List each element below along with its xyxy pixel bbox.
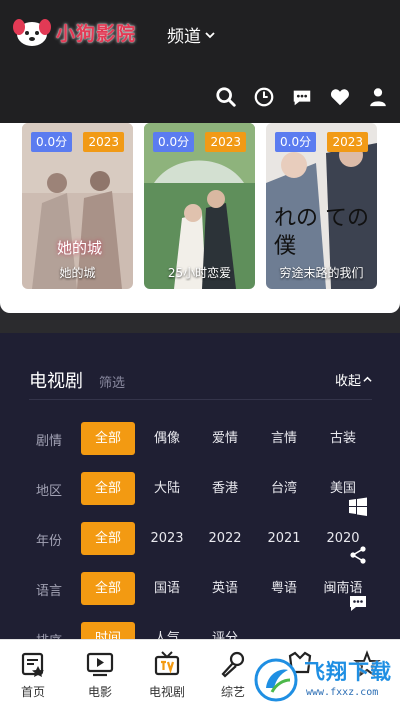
filter-row-label: 排序 xyxy=(36,630,62,639)
filter-row-language: 语言 全部 国语 英语 粤语 闽南语 xyxy=(0,572,400,606)
windows-icon[interactable] xyxy=(345,494,371,520)
poster-item[interactable]: 0.0分 2023 她的城 她的城 xyxy=(22,123,133,289)
poster-title: 25小时恋爱 xyxy=(167,266,232,280)
filter-chip[interactable]: 言情 xyxy=(257,422,311,455)
poster-overlay-title: 她的城 xyxy=(57,239,103,257)
filter-header: 电视剧 筛选 收起 xyxy=(29,367,372,392)
share-icon[interactable] xyxy=(345,542,371,568)
score-badge: 0.0分 xyxy=(31,132,73,152)
poster-item[interactable]: 0.0分 2023 れの ての僕 穷途末路的我们 xyxy=(266,123,377,289)
poster-title: 穷途末路的我们 xyxy=(279,266,364,280)
recommend-card: 0.0分 2023 她的城 她的城 0.0分 2023 25小时恋爱 0.0分 … xyxy=(0,123,400,313)
filter-row-label: 地区 xyxy=(36,484,63,499)
channel-dropdown[interactable]: 频道 xyxy=(167,22,216,47)
chevron-up-icon xyxy=(363,376,372,382)
watermark-logo-icon xyxy=(254,658,298,702)
filter-chip[interactable]: 2022 xyxy=(198,522,252,555)
top-header: 小狗影院 频道 xyxy=(0,0,400,123)
filter-row-genre: 剧情 全部 偶像 爱情 言情 古装 xyxy=(0,422,400,456)
filter-row-year: 年份 全部 2023 2022 2021 2020 xyxy=(0,522,400,556)
filter-chip[interactable]: 全部 xyxy=(81,522,135,555)
filter-chip[interactable]: 全部 xyxy=(81,472,135,505)
filter-subtitle: 筛选 xyxy=(99,376,126,391)
app-logo-text: 小狗影院 xyxy=(56,22,137,45)
year-badge: 2023 xyxy=(205,132,246,152)
filter-row-label: 年份 xyxy=(36,534,63,549)
filter-chip[interactable]: 2021 xyxy=(257,522,311,555)
score-badge: 0.0分 xyxy=(153,132,195,152)
user-icon[interactable] xyxy=(366,85,390,109)
poster-overlay-title: れの ての僕 xyxy=(274,206,369,259)
filter-title: 电视剧 xyxy=(29,371,83,392)
nav-item-tv[interactable]: 电视剧 xyxy=(137,650,197,700)
filter-chip[interactable]: 台湾 xyxy=(257,472,311,505)
channel-label: 频道 xyxy=(167,27,201,47)
history-icon[interactable] xyxy=(252,85,276,109)
nav-label: 电影 xyxy=(87,685,112,699)
filter-row-label: 剧情 xyxy=(36,434,63,449)
filter-chip[interactable]: 粤语 xyxy=(257,572,311,605)
collapse-button[interactable]: 收起 xyxy=(335,370,372,389)
comment-icon[interactable] xyxy=(345,590,371,616)
nav-label: 电视剧 xyxy=(148,685,185,699)
dog-mascot-icon xyxy=(13,19,51,46)
filter-chip[interactable]: 全部 xyxy=(81,572,135,605)
site-watermark: 飞翔下载 www.fxxz.com xyxy=(252,654,396,706)
filter-chip[interactable]: 大陆 xyxy=(140,472,194,505)
filter-chip[interactable]: 爱情 xyxy=(198,422,252,455)
score-badge: 0.0分 xyxy=(275,132,317,152)
nav-item-home[interactable]: 首页 xyxy=(3,650,63,700)
tv-icon xyxy=(154,651,180,676)
watermark-text: 飞翔下载 xyxy=(304,660,392,684)
filter-row-label: 语言 xyxy=(36,584,63,599)
filter-chip[interactable]: 香港 xyxy=(198,472,252,505)
filter-chip[interactable]: 人气 xyxy=(140,622,194,639)
nav-item-movie[interactable]: 电影 xyxy=(70,650,130,700)
filter-divider xyxy=(29,399,372,400)
watermark-url: www.fxxz.com xyxy=(306,687,379,698)
filter-row-sort: 排序 时间 人气 评分 xyxy=(0,622,400,639)
header-toolbar xyxy=(214,85,390,109)
filter-row-region: 地区 全部 大陆 香港 台湾 美国 xyxy=(0,472,400,506)
poster-item[interactable]: 0.0分 2023 25小时恋爱 xyxy=(144,123,255,289)
chevron-down-icon xyxy=(205,31,215,38)
filter-panel: 电视剧 筛选 收起 剧情 全部 偶像 爱情 言情 古装 地区 全部 大陆 香港 … xyxy=(0,333,400,639)
filter-chip[interactable]: 评分 xyxy=(198,622,252,639)
search-icon[interactable] xyxy=(214,85,238,109)
filter-chip[interactable]: 古装 xyxy=(316,422,370,455)
favorite-icon[interactable] xyxy=(328,85,352,109)
poster-row: 0.0分 2023 她的城 她的城 0.0分 2023 25小时恋爱 0.0分 … xyxy=(22,123,377,289)
home-icon xyxy=(21,652,44,677)
year-badge: 2023 xyxy=(327,132,368,152)
filter-chip[interactable]: 英语 xyxy=(198,572,252,605)
app-logo[interactable]: 小狗影院 xyxy=(10,10,136,54)
filter-chip[interactable]: 偶像 xyxy=(140,422,194,455)
poster-title: 她的城 xyxy=(59,266,96,280)
filter-chip[interactable]: 时间 xyxy=(81,622,135,639)
nav-label: 首页 xyxy=(20,685,45,699)
microphone-icon xyxy=(221,651,245,678)
message-icon[interactable] xyxy=(290,85,314,109)
movie-icon xyxy=(86,652,114,677)
year-badge: 2023 xyxy=(83,132,124,152)
filter-chip[interactable]: 国语 xyxy=(140,572,194,605)
filter-chip[interactable]: 2023 xyxy=(140,522,194,555)
collapse-label: 收起 xyxy=(334,374,361,389)
filter-chip[interactable]: 全部 xyxy=(81,422,135,455)
